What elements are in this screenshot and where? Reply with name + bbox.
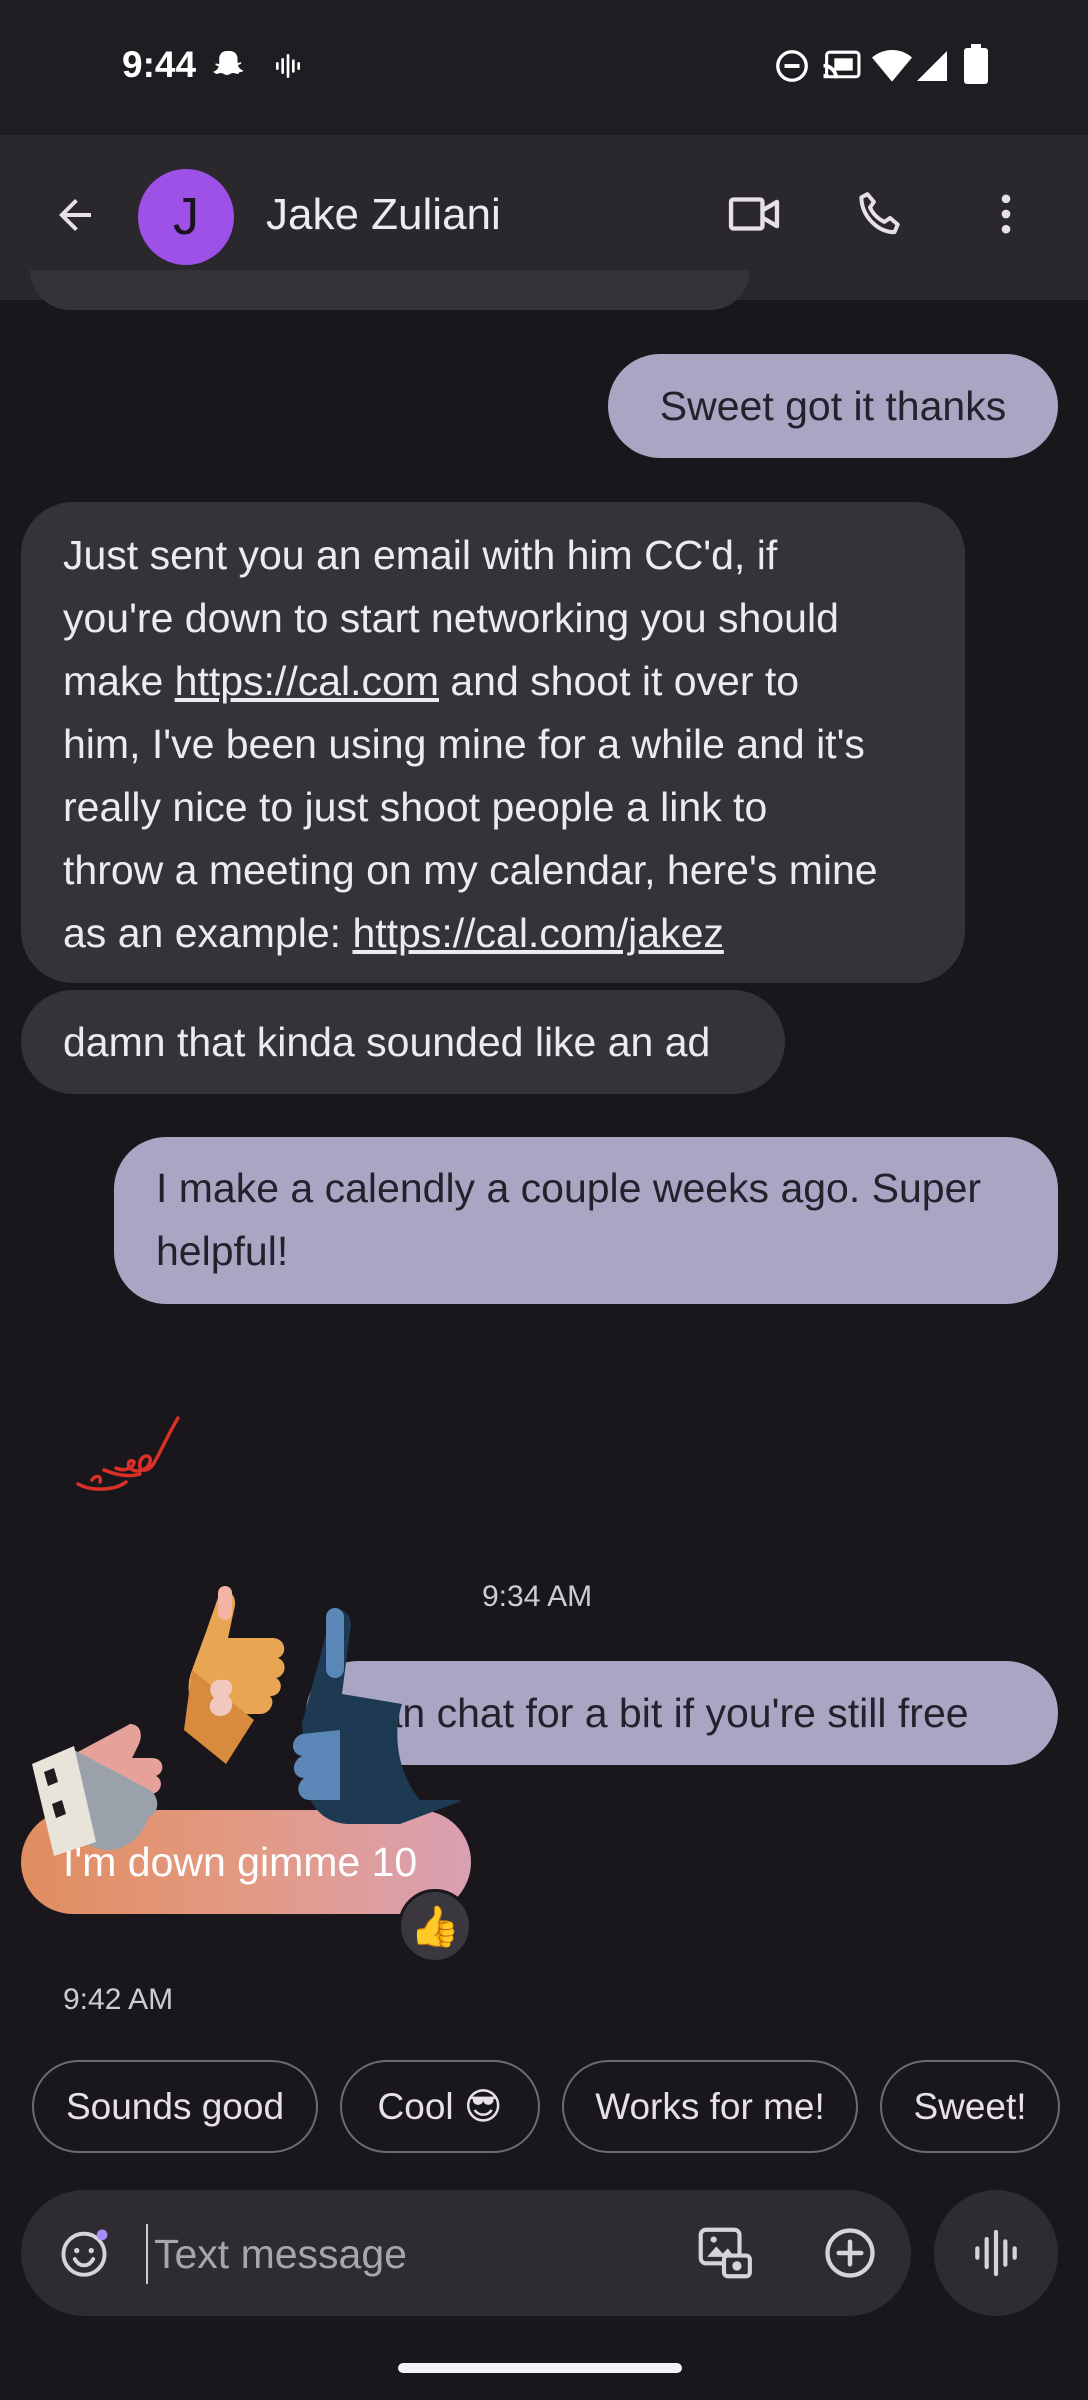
message-composer <box>21 2190 911 2316</box>
thumbs-up-sticker-icon <box>32 1724 163 1856</box>
gallery-icon <box>698 2227 752 2279</box>
smart-reply-chip[interactable]: Sounds good <box>32 2060 318 2153</box>
wifi-icon <box>872 50 912 82</box>
back-arrow-icon <box>59 199 91 231</box>
status-bar: 9:44 <box>0 0 1088 135</box>
message-line: Just sent you an email with him CC'd, if <box>63 532 778 578</box>
emoji-icon <box>61 2229 108 2277</box>
message-line: as an example: https://cal.com/jakez <box>63 902 965 965</box>
cast-icon <box>823 50 861 79</box>
back-button[interactable] <box>40 180 110 250</box>
attach-button[interactable] <box>813 2216 887 2290</box>
message-link[interactable]: https://cal.com <box>175 658 439 704</box>
message-bubble-sent[interactable]: I make a calendly a couple weeks ago. Su… <box>114 1137 1058 1304</box>
thumbs-up-sticker-icon <box>293 1608 460 1824</box>
reaction-badge[interactable]: 👍 <box>398 1889 472 1963</box>
message-text: Sweet got it thanks <box>659 382 1007 429</box>
message-line: him, I've been using mine for a while an… <box>63 721 865 767</box>
message-line: helpful! <box>156 1228 289 1274</box>
message-bubble-sent[interactable]: Sweet got it thanks <box>608 354 1058 458</box>
more-options-icon <box>1001 194 1011 234</box>
video-call-icon <box>728 197 780 231</box>
contact-name[interactable]: Jake Zuliani <box>266 190 501 240</box>
message-line: make https://cal.com and shoot it over t… <box>63 650 965 713</box>
scribble-sticker-icon <box>76 1416 180 1491</box>
signal-icon <box>917 51 947 81</box>
video-call-button[interactable] <box>718 178 790 250</box>
message-timestamp: 9:34 AM <box>482 1580 593 1613</box>
smart-reply-chip[interactable]: Cool 😎 <box>340 2060 540 2153</box>
message-text: as an example: <box>63 910 353 956</box>
do-not-disturb-icon <box>776 50 808 82</box>
voice-recording-icon <box>276 54 300 78</box>
emoji-button[interactable] <box>51 2220 117 2286</box>
battery-icon <box>964 44 988 84</box>
gallery-button[interactable] <box>687 2216 761 2290</box>
home-indicator[interactable] <box>398 2363 682 2373</box>
avatar[interactable]: J <box>138 169 234 265</box>
message-link[interactable]: https://cal.com/jakez <box>352 910 723 956</box>
message-line: really nice to just shoot people a link … <box>63 784 768 830</box>
add-circle-icon <box>825 2228 875 2278</box>
more-options-button[interactable] <box>970 178 1042 250</box>
message-text: damn that kinda sounded like an ad <box>63 1018 711 1065</box>
previous-message-bubble[interactable] <box>30 270 750 310</box>
thumbs-up-sticker-icon <box>184 1586 285 1764</box>
phone-call-icon <box>859 192 900 235</box>
message-bubble-received[interactable]: damn that kinda sounded like an ad <box>21 990 785 1094</box>
message-timestamp: 9:42 AM <box>63 1983 174 2016</box>
message-line: throw a meeting on my calendar, here's m… <box>63 847 878 893</box>
message-text: make <box>63 658 175 704</box>
message-line: I make a calendly a couple weeks ago. Su… <box>156 1165 982 1211</box>
message-line: you're down to start networking you shou… <box>63 595 839 641</box>
voice-waveform-icon <box>975 2229 1017 2277</box>
message-bubble-received[interactable]: Just sent you an email with him CC'd, if… <box>21 502 965 983</box>
message-input[interactable] <box>146 2224 666 2284</box>
smart-reply-chip[interactable]: Sweet! <box>880 2060 1060 2153</box>
message-text: and shoot it over to <box>438 658 800 704</box>
status-time: 9:44 <box>122 44 197 85</box>
snapchat-icon <box>213 51 244 75</box>
smart-reply-chip[interactable]: Works for me! <box>562 2060 858 2153</box>
phone-call-button[interactable] <box>844 178 916 250</box>
voice-message-button[interactable] <box>934 2190 1058 2316</box>
